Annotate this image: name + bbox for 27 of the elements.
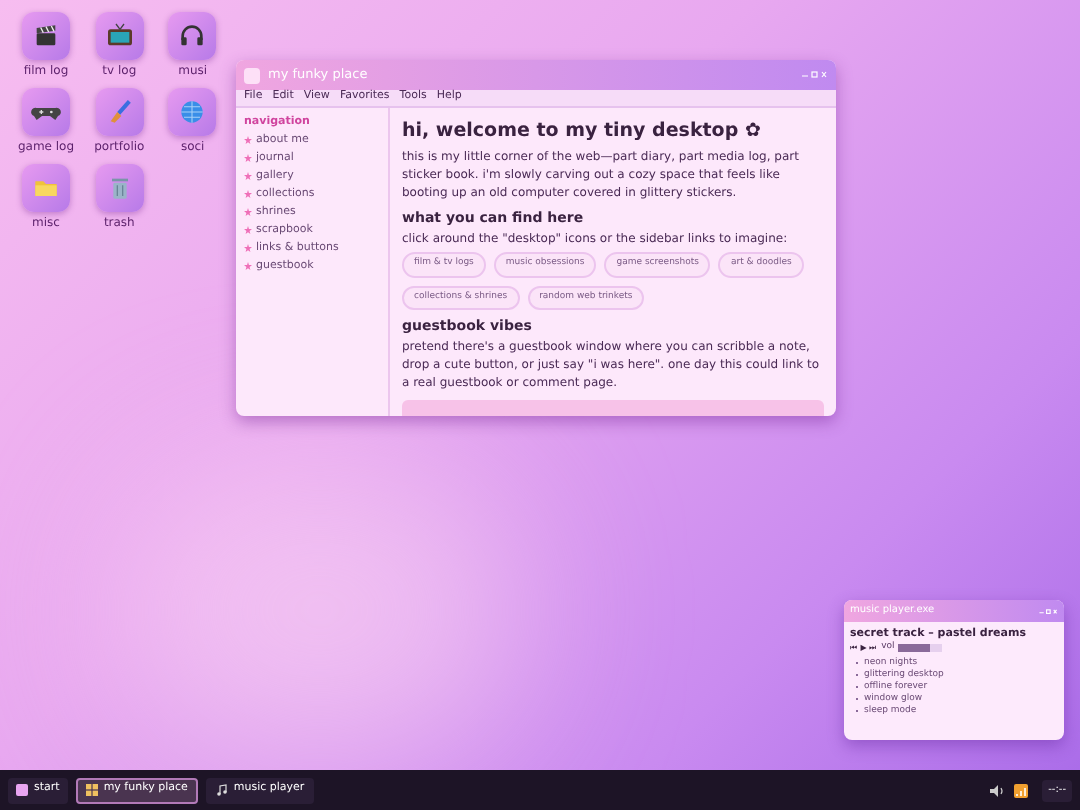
signal-icon[interactable] <box>1014 783 1029 797</box>
window-controls-icon[interactable] <box>1038 607 1058 615</box>
desktop-icon-tile[interactable] <box>95 164 144 212</box>
star-icon <box>244 226 252 234</box>
star-icon <box>244 172 252 180</box>
desktop-icon-tile[interactable] <box>22 164 70 212</box>
page-heading: hi, welcome to my tiny desktop ✿ <box>402 120 763 144</box>
desktop-icon-tile[interactable] <box>95 88 144 136</box>
globe-icon <box>176 96 209 128</box>
music-note-icon <box>215 784 228 796</box>
window-controls-icon[interactable] <box>800 70 828 80</box>
desktop-icon-tile[interactable] <box>168 12 217 60</box>
window-icon <box>85 784 98 796</box>
star-icon <box>244 154 252 162</box>
volume-slider[interactable] <box>898 644 943 653</box>
star-icon <box>244 208 252 216</box>
star-icon <box>244 244 252 252</box>
speaker-icon[interactable] <box>990 783 1007 797</box>
star-icon <box>244 136 252 144</box>
star-icon <box>244 190 252 198</box>
star-icon <box>244 262 252 270</box>
desktop-icon-tile[interactable] <box>168 88 217 136</box>
desktop-icon-tile[interactable] <box>95 12 144 60</box>
start-icon <box>16 784 28 796</box>
window-icon <box>244 67 260 83</box>
desktop-icon-tile[interactable] <box>22 88 70 136</box>
desktop-icon-tile[interactable] <box>22 12 70 60</box>
